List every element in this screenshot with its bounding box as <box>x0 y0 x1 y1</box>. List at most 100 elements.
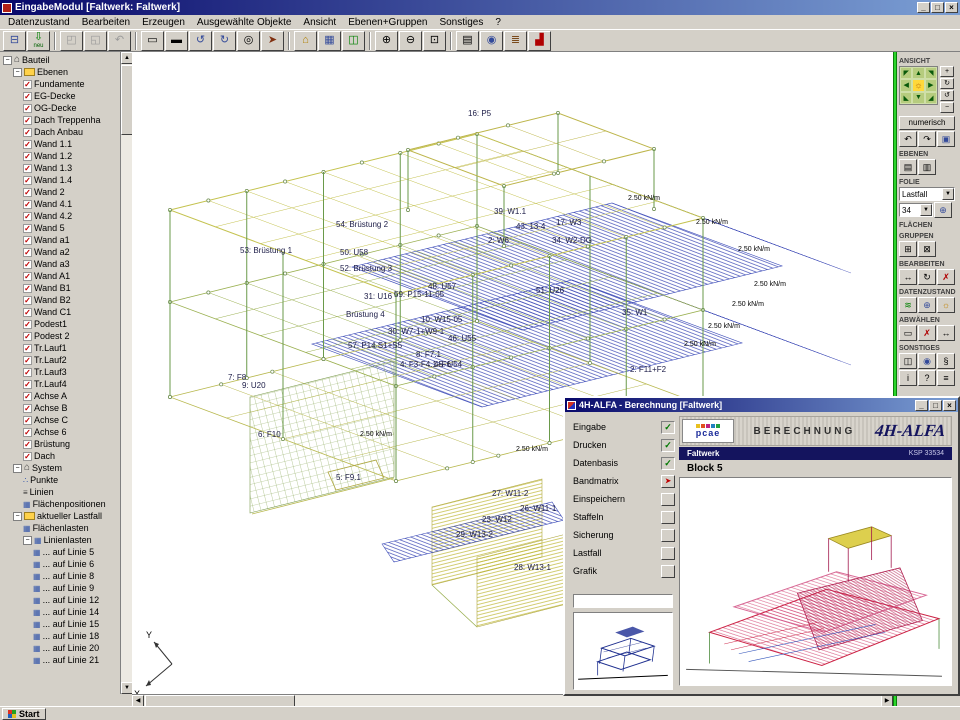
tree-item-wand-b2[interactable]: ✓Wand B2 <box>0 294 120 306</box>
ansicht-auge-button[interactable]: ◉ <box>480 31 503 51</box>
rotate-ccw-button[interactable]: ↺ <box>940 90 954 101</box>
tree-item-tr-lauf4[interactable]: ✓Tr.Lauf4 <box>0 378 120 390</box>
folie-layer-select[interactable]: Lastfall▼ <box>899 187 955 201</box>
datenbasis-button[interactable]: ≋ <box>899 297 917 313</box>
view-lower-left-button[interactable]: ◣ <box>900 92 912 104</box>
maximize-button[interactable]: □ <box>931 2 944 13</box>
folie-zoom-button[interactable]: ⊕ <box>934 202 952 218</box>
tree-item-auf-linie-9[interactable]: ▦... auf Linie 9 <box>0 582 120 594</box>
tree-item-achse-a[interactable]: ✓Achse A <box>0 390 120 402</box>
einstellungen-button[interactable]: § <box>937 353 955 369</box>
drehen-links-button[interactable]: ↺ <box>189 31 212 51</box>
tree-item-auf-linie-15[interactable]: ▦... auf Linie 15 <box>0 618 120 630</box>
info-button[interactable]: i <box>899 370 917 386</box>
checklist-state-bandmatrix[interactable]: ➤ <box>661 475 675 488</box>
ansicht-zurueck-button[interactable]: ↶ <box>899 131 917 147</box>
view-down-button[interactable]: ▼ <box>912 92 924 104</box>
kamerafahrt-button[interactable]: ➤ <box>261 31 284 51</box>
dropdown-arrow-icon[interactable]: ▼ <box>920 204 932 216</box>
tree-item-wand-1-2[interactable]: ✓Wand 1.2 <box>0 150 120 162</box>
alles-abwaehlen-button[interactable]: ▭ <box>899 325 917 341</box>
view-upper-left-button[interactable]: ◤ <box>900 67 912 79</box>
menu-item[interactable]: ? <box>489 17 507 28</box>
tree-item-eg-decke[interactable]: ✓EG-Decke <box>0 90 120 102</box>
gebaeude-3d-button[interactable]: ⌂ <box>294 31 317 51</box>
tree-item-auf-linie-5[interactable]: ▦... auf Linie 5 <box>0 546 120 558</box>
ansicht-zentrieren-button[interactable]: ◎ <box>237 31 260 51</box>
grundriss-button[interactable]: ▦ <box>318 31 341 51</box>
tree-item-ebenen[interactable]: −Ebenen <box>0 66 120 78</box>
menu-ansicht[interactable]: Ansicht <box>297 17 342 28</box>
raster-button[interactable]: ▬ <box>165 31 188 51</box>
verschieben-button[interactable]: ↔ <box>899 269 917 285</box>
drehen-rechts-button[interactable]: ↻ <box>213 31 236 51</box>
view-left-button[interactable]: ◀ <box>900 79 912 91</box>
close-button[interactable]: × <box>945 2 958 13</box>
tree-item-achse-6[interactable]: ✓Achse 6 <box>0 426 120 438</box>
tree-item-auf-linie-14[interactable]: ▦... auf Linie 14 <box>0 606 120 618</box>
ansicht-vor-button[interactable]: ↷ <box>918 131 936 147</box>
view-center-button[interactable]: ☼ <box>912 79 924 91</box>
tree-item-wand-5[interactable]: ✓Wand 5 <box>0 222 120 234</box>
tree-item-auf-linie-6[interactable]: ▦... auf Linie 6 <box>0 558 120 570</box>
tree-item-wand-b1[interactable]: ✓Wand B1 <box>0 282 120 294</box>
menu-datenzustand[interactable]: Datenzustand <box>2 17 76 28</box>
tree-item-auf-linie-8[interactable]: ▦... auf Linie 8 <box>0 570 120 582</box>
tree-item-linienlasten[interactable]: −▦Linienlasten <box>0 534 120 546</box>
gruppe-abwaehlen-button[interactable]: ↔ <box>937 325 955 341</box>
view-right-button[interactable]: ▶ <box>925 79 937 91</box>
tree-item-podest1[interactable]: ✓Podest1 <box>0 318 120 330</box>
zoom-minus-button[interactable]: − <box>940 102 954 113</box>
menu-ebenen-gruppen[interactable]: Ebenen+Gruppen <box>342 17 433 28</box>
tree-item-tr-lauf2[interactable]: ✓Tr.Lauf2 <box>0 354 120 366</box>
dropdown-arrow-icon[interactable]: ▼ <box>942 188 954 200</box>
view-up-button[interactable]: ▲ <box>912 67 924 79</box>
tree-expander-icon[interactable]: − <box>13 68 22 77</box>
gruppe-aufloesen-button[interactable]: ⊠ <box>918 241 936 257</box>
tree-item-fundamente[interactable]: ✓Fundamente <box>0 78 120 90</box>
tree-item-wand-1-1[interactable]: ✓Wand 1.1 <box>0 138 120 150</box>
letztes-abwaehlen-button[interactable]: ✗ <box>918 325 936 341</box>
tree-item-bauteil[interactable]: −⌂Bauteil <box>0 54 120 66</box>
dialog-maximize-button[interactable]: □ <box>929 400 942 411</box>
auge-button[interactable]: ◉ <box>918 353 936 369</box>
tree-item-auf-linie-12[interactable]: ▦... auf Linie 12 <box>0 594 120 606</box>
start-button[interactable]: Start <box>2 708 46 720</box>
folie-number-select[interactable]: 34▼ <box>899 203 933 217</box>
zoom-in-button[interactable]: ⊕ <box>375 31 398 51</box>
rotate-cw-button[interactable]: ↻ <box>940 78 954 89</box>
tree-item-wand-1-4[interactable]: ✓Wand 1.4 <box>0 174 120 186</box>
tree-item-tr-lauf3[interactable]: ✓Tr.Lauf3 <box>0 366 120 378</box>
tree-item-br-stung[interactable]: ✓Brüstung <box>0 438 120 450</box>
calc-message-field[interactable] <box>573 594 673 608</box>
tree-item-fl-chenpositionen[interactable]: ▦Flächenpositionen <box>0 498 120 510</box>
tree-item-achse-b[interactable]: ✓Achse B <box>0 402 120 414</box>
tree-item-wand-a2[interactable]: ✓Wand a2 <box>0 246 120 258</box>
view-lower-right-button[interactable]: ◢ <box>925 92 937 104</box>
lineal-button[interactable]: ▭ <box>141 31 164 51</box>
tree-item-tr-lauf1[interactable]: ✓Tr.Lauf1 <box>0 342 120 354</box>
minimize-button[interactable]: _ <box>917 2 930 13</box>
tree-item-wand-a1[interactable]: ✓Wand A1 <box>0 270 120 282</box>
tree-item-dach-treppenha[interactable]: ✓Dach Treppenha <box>0 114 120 126</box>
hilfe-button[interactable]: ? <box>918 370 936 386</box>
tree-item-podest-2[interactable]: ✓Podest 2 <box>0 330 120 342</box>
zoom-plus-button[interactable]: + <box>940 66 954 77</box>
tree-item-linien[interactable]: ≡Linien <box>0 486 120 498</box>
tree-item-aktueller-lastfall[interactable]: −aktueller Lastfall <box>0 510 120 522</box>
tree-item-fl-chenlasten[interactable]: ▦Flächenlasten <box>0 522 120 534</box>
hinweise-button[interactable]: ☼ <box>937 297 955 313</box>
statistik-button[interactable]: ▟ <box>528 31 551 51</box>
ansicht-speichern-button[interactable]: ▣ <box>937 131 955 147</box>
tree-item-wand-a1[interactable]: ✓Wand a1 <box>0 234 120 246</box>
tree-item-wand-4-2[interactable]: ✓Wand 4.2 <box>0 210 120 222</box>
pruefen-button[interactable]: ⊕ <box>918 297 936 313</box>
dialog-close-button[interactable]: × <box>943 400 956 411</box>
bibliothek-button[interactable]: ≣ <box>504 31 527 51</box>
tree-item-wand-4-1[interactable]: ✓Wand 4.1 <box>0 198 120 210</box>
ebene-kopieren-button[interactable]: ▥ <box>918 159 936 175</box>
tree-item-auf-linie-21[interactable]: ▦... auf Linie 21 <box>0 654 120 666</box>
tree-expander-icon[interactable]: − <box>3 56 12 65</box>
loeschen-button[interactable]: ✗ <box>937 269 955 285</box>
datenbank-button[interactable]: ◫ <box>342 31 365 51</box>
